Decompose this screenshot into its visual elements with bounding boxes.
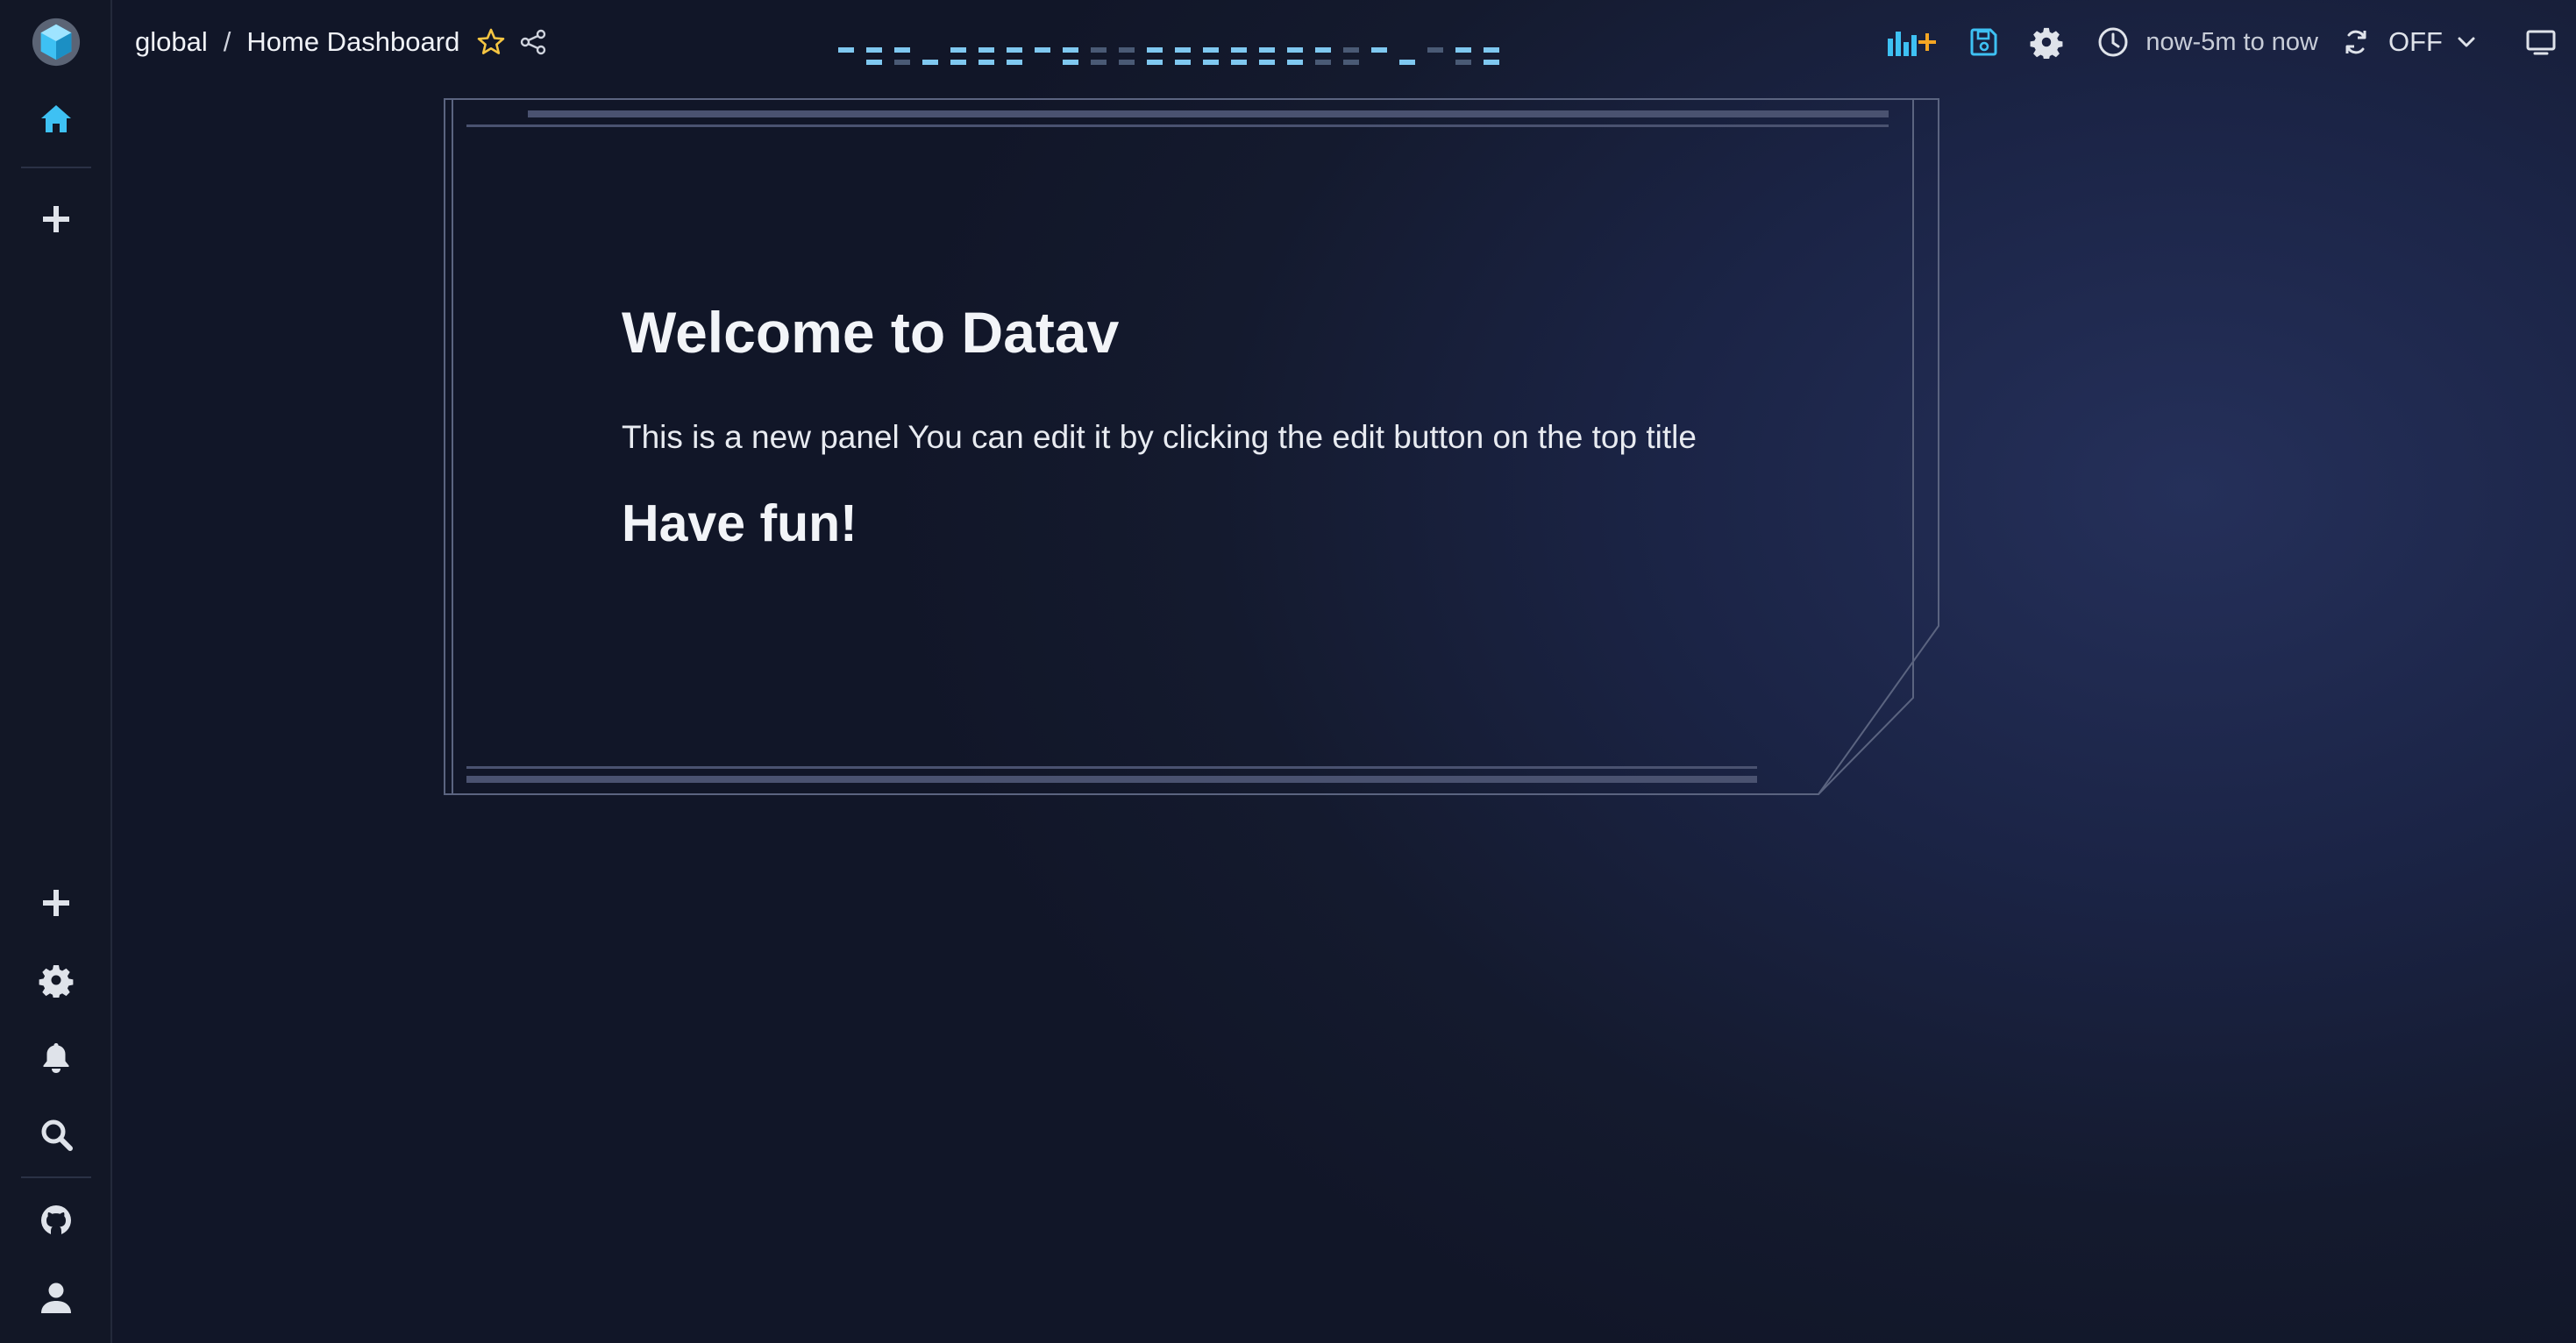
plus-icon[interactable] — [37, 884, 75, 922]
text-panel: Welcome to Datav This is a new panel You… — [622, 298, 1849, 554]
plus-icon[interactable] — [37, 200, 75, 238]
time-range-label: now-5m to now — [2145, 27, 2318, 56]
refresh-interval-label: OFF — [2388, 26, 2443, 57]
add-panel-icon[interactable] — [1886, 19, 1939, 65]
share-icon[interactable] — [517, 26, 549, 58]
bell-icon[interactable] — [37, 1038, 75, 1077]
refresh-icon — [2345, 30, 2366, 54]
time-range-picker[interactable]: now-5m to now — [2096, 25, 2318, 59]
gear-icon[interactable] — [37, 961, 75, 999]
dashboard-toolbar: now-5m to now OFF — [1856, 19, 2557, 65]
logo-icon[interactable] — [30, 16, 82, 68]
panel-footer: Have fun! — [622, 494, 857, 552]
sidebar — [0, 0, 112, 1343]
clock-icon — [2098, 27, 2128, 57]
settings-gear-icon[interactable] — [2030, 19, 2063, 65]
user-icon[interactable] — [37, 1278, 75, 1317]
search-icon[interactable] — [37, 1115, 75, 1154]
refresh-picker[interactable]: OFF — [2341, 26, 2495, 58]
panel-title: Welcome to Datav — [622, 300, 1120, 365]
panel-text: This is a new panel You can edit it by c… — [622, 419, 1697, 456]
breadcrumb: global / Home Dashboard — [135, 23, 549, 61]
breadcrumb-team[interactable]: global — [135, 26, 208, 58]
sidebar-divider — [21, 1176, 91, 1178]
home-icon[interactable] — [37, 100, 75, 139]
star-icon[interactable] — [475, 26, 507, 58]
refresh-interval: OFF — [2388, 26, 2495, 58]
breadcrumb-separator: / — [223, 26, 231, 57]
chevron-down-icon — [2458, 37, 2475, 47]
sidebar-divider — [21, 167, 91, 168]
save-icon[interactable] — [1968, 19, 2000, 65]
monitor-icon[interactable] — [2525, 19, 2557, 65]
github-icon[interactable] — [37, 1201, 75, 1240]
dashboard-title[interactable]: Home Dashboard — [246, 26, 459, 58]
header-decoration — [838, 47, 1499, 65]
